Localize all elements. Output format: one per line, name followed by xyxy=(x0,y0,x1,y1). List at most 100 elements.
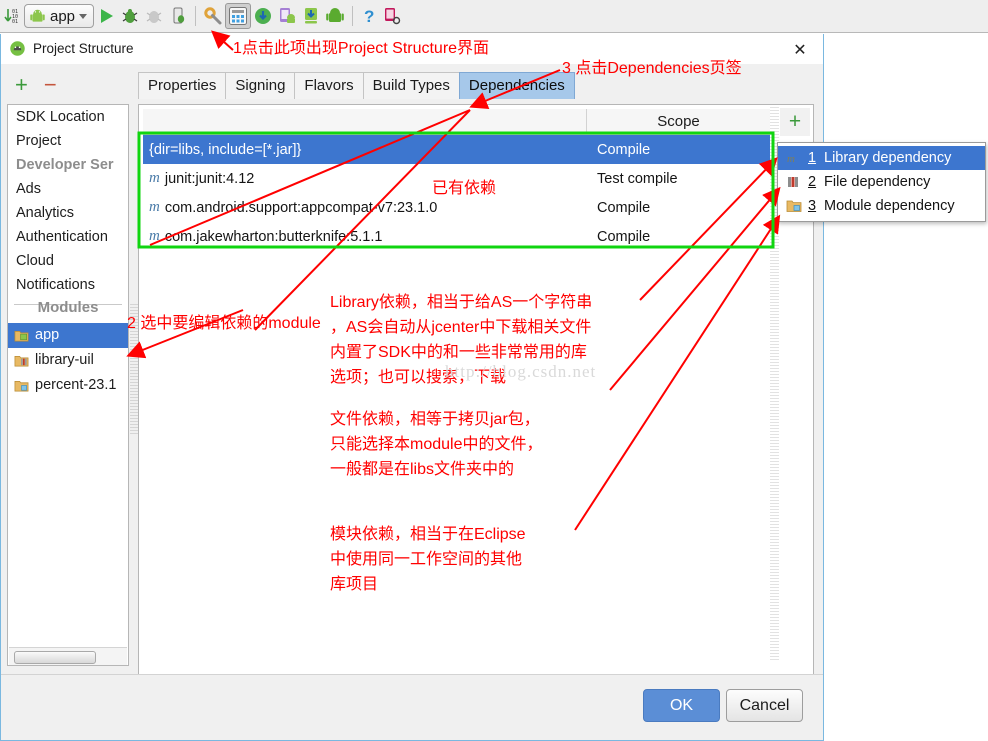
menu-item-file-dependency[interactable]: 2 File dependency xyxy=(778,170,985,194)
dependency-label: com.android.support:appcompat-v7:23.1.0 xyxy=(164,199,438,216)
ide-toolbar: 01 10 01 app ? xyxy=(0,0,988,33)
avd-manager-icon[interactable] xyxy=(276,3,298,29)
table-header: Scope xyxy=(143,109,770,135)
cell-scope[interactable]: Test compile xyxy=(587,171,770,187)
dependency-label: com.jakewharton:butterknife:5.1.1 xyxy=(164,228,383,245)
cell-dependency-name: m com.jakewharton:butterknife:5.1.1 xyxy=(143,228,587,245)
run-icon[interactable] xyxy=(95,3,117,29)
module-dependency-icon xyxy=(786,199,802,213)
menu-item-label: Library dependency xyxy=(824,150,952,166)
module-folder-icon xyxy=(14,380,29,392)
close-icon[interactable]: ✕ xyxy=(791,41,809,59)
dialog-body: + − SDK Location Project Developer Ser A… xyxy=(1,64,823,704)
cell-dependency-name: {dir=libs, include=[*.jar]} xyxy=(143,142,587,158)
cell-dependency-name: m com.android.support:appcompat-v7:23.1.… xyxy=(143,199,587,216)
screen-root: 01 10 01 app ? Project Structure ✕ + − S… xyxy=(0,0,988,741)
sidebar-item-label: percent-23.1 xyxy=(35,377,117,393)
sidebar-item-label: library-uil xyxy=(35,352,94,368)
sidebar-horizontal-scrollbar[interactable] xyxy=(9,647,127,665)
run-configuration-label: app xyxy=(50,7,76,25)
menu-item-library-dependency[interactable]: m 1 Library dependency xyxy=(778,146,985,170)
toolbar-separator-2 xyxy=(352,6,354,26)
sidebar-item-project[interactable]: Project xyxy=(8,129,128,153)
tab-signing[interactable]: Signing xyxy=(225,72,296,99)
column-header-scope[interactable]: Scope xyxy=(587,109,770,134)
sidebar-item-developer-services: Developer Ser xyxy=(16,157,114,173)
remove-module-button[interactable]: − xyxy=(44,74,57,96)
dependencies-pane: Scope {dir=libs, include=[*.jar]} Compil… xyxy=(138,104,814,689)
table-row[interactable]: {dir=libs, include=[*.jar]} Compile xyxy=(143,135,770,164)
module-library-icon xyxy=(14,355,29,367)
tab-dependencies[interactable]: Dependencies xyxy=(458,72,575,99)
attach-debugger-icon[interactable] xyxy=(167,3,189,29)
sidebar-item-notifications[interactable]: Notifications xyxy=(8,273,128,297)
tab-build-types[interactable]: Build Types xyxy=(362,72,460,99)
sidebar-item-ads[interactable]: Ads xyxy=(8,177,128,201)
cancel-button[interactable]: Cancel xyxy=(726,689,803,722)
tab-properties[interactable]: Properties xyxy=(138,72,227,99)
run-configuration-selector[interactable]: app xyxy=(24,4,95,28)
menu-item-number: 3 xyxy=(808,198,817,214)
menu-item-number: 1 xyxy=(808,150,817,166)
dialog-title: Project Structure xyxy=(33,41,134,56)
tab-flavors[interactable]: Flavors xyxy=(294,72,364,99)
menu-item-label: File dependency xyxy=(824,174,931,190)
dependency-label: {dir=libs, include=[*.jar]} xyxy=(149,141,302,158)
android-device-monitor-icon[interactable] xyxy=(324,3,346,29)
svg-text:m: m xyxy=(787,153,795,165)
add-dependency-context-menu: m 1 Library dependency 2 File dependency xyxy=(777,142,986,222)
dialog-titlebar: Project Structure ✕ xyxy=(1,34,823,64)
maven-dependency-icon: m xyxy=(149,199,160,215)
sidebar-item-authentication[interactable]: Authentication xyxy=(8,225,128,249)
dependencies-table: Scope {dir=libs, include=[*.jar]} Compil… xyxy=(143,109,770,662)
toolbar-separator xyxy=(195,6,197,26)
table-row[interactable]: m junit:junit:4.12 Test compile xyxy=(143,164,770,193)
sidebar-item-label: app xyxy=(35,327,60,343)
add-module-button[interactable]: + xyxy=(15,74,28,96)
sidebar-item-percent[interactable]: percent-23.1 xyxy=(8,373,128,398)
cell-scope[interactable]: Compile xyxy=(587,200,770,216)
sidebar-item-cloud[interactable]: Cloud xyxy=(8,249,128,273)
maven-dependency-icon: m xyxy=(149,170,160,186)
scrollbar-thumb[interactable] xyxy=(14,651,96,664)
menu-item-label: Module dependency xyxy=(824,198,955,214)
project-structure-icon[interactable] xyxy=(225,3,252,29)
ok-button[interactable]: OK xyxy=(643,689,720,722)
sidebar-item-analytics[interactable]: Analytics xyxy=(8,201,128,225)
cell-scope[interactable]: Compile xyxy=(587,142,770,158)
sidebar-group-label: Modules xyxy=(37,299,99,316)
sdk-manager-icon[interactable] xyxy=(252,3,274,29)
debug-icon[interactable] xyxy=(119,3,141,29)
chevron-down-icon[interactable] xyxy=(79,13,88,19)
android-icon xyxy=(30,9,45,22)
project-structure-dialog: Project Structure ✕ + − SDK Location Pro… xyxy=(0,34,824,741)
maven-dependency-icon: m xyxy=(149,228,160,244)
build-variants-icon[interactable]: 01 10 01 xyxy=(3,3,23,29)
table-row[interactable]: m com.android.support:appcompat-v7:23.1.… xyxy=(143,193,770,222)
sidebar-toolbar: + − xyxy=(15,74,57,96)
settings-sidebar: SDK Location Project Developer Ser Ads A… xyxy=(7,104,129,666)
file-dependency-icon xyxy=(786,175,802,189)
sidebar-group-divider: Modules xyxy=(8,297,128,323)
help-icon[interactable]: ? xyxy=(359,3,379,29)
dependency-label: junit:junit:4.12 xyxy=(164,170,255,187)
debug-disabled-icon[interactable] xyxy=(143,3,165,29)
svg-text:?: ? xyxy=(364,7,374,26)
table-row[interactable]: m com.jakewharton:butterknife:5.1.1 Comp… xyxy=(143,222,770,251)
cell-dependency-name: m junit:junit:4.12 xyxy=(143,170,587,187)
cell-scope[interactable]: Compile xyxy=(587,229,770,245)
menu-item-module-dependency[interactable]: 3 Module dependency xyxy=(778,194,985,218)
add-dependency-button[interactable]: + xyxy=(780,108,810,136)
layout-inspector-icon[interactable] xyxy=(381,3,403,29)
menu-item-number: 2 xyxy=(808,174,817,190)
sidebar-item-app[interactable]: app xyxy=(8,323,128,348)
library-dependency-icon: m xyxy=(786,151,802,165)
dialog-footer: OK Cancel xyxy=(1,674,823,740)
sidebar-item-sdk-location[interactable]: SDK Location xyxy=(8,105,128,129)
download-android-icon[interactable] xyxy=(300,3,322,29)
column-header-name xyxy=(143,109,587,134)
tab-bar: Properties Signing Flavors Build Types D… xyxy=(138,72,575,99)
android-studio-icon xyxy=(10,41,25,56)
sync-gradle-icon[interactable] xyxy=(202,3,224,29)
sidebar-item-library-uil[interactable]: library-uil xyxy=(8,348,128,373)
